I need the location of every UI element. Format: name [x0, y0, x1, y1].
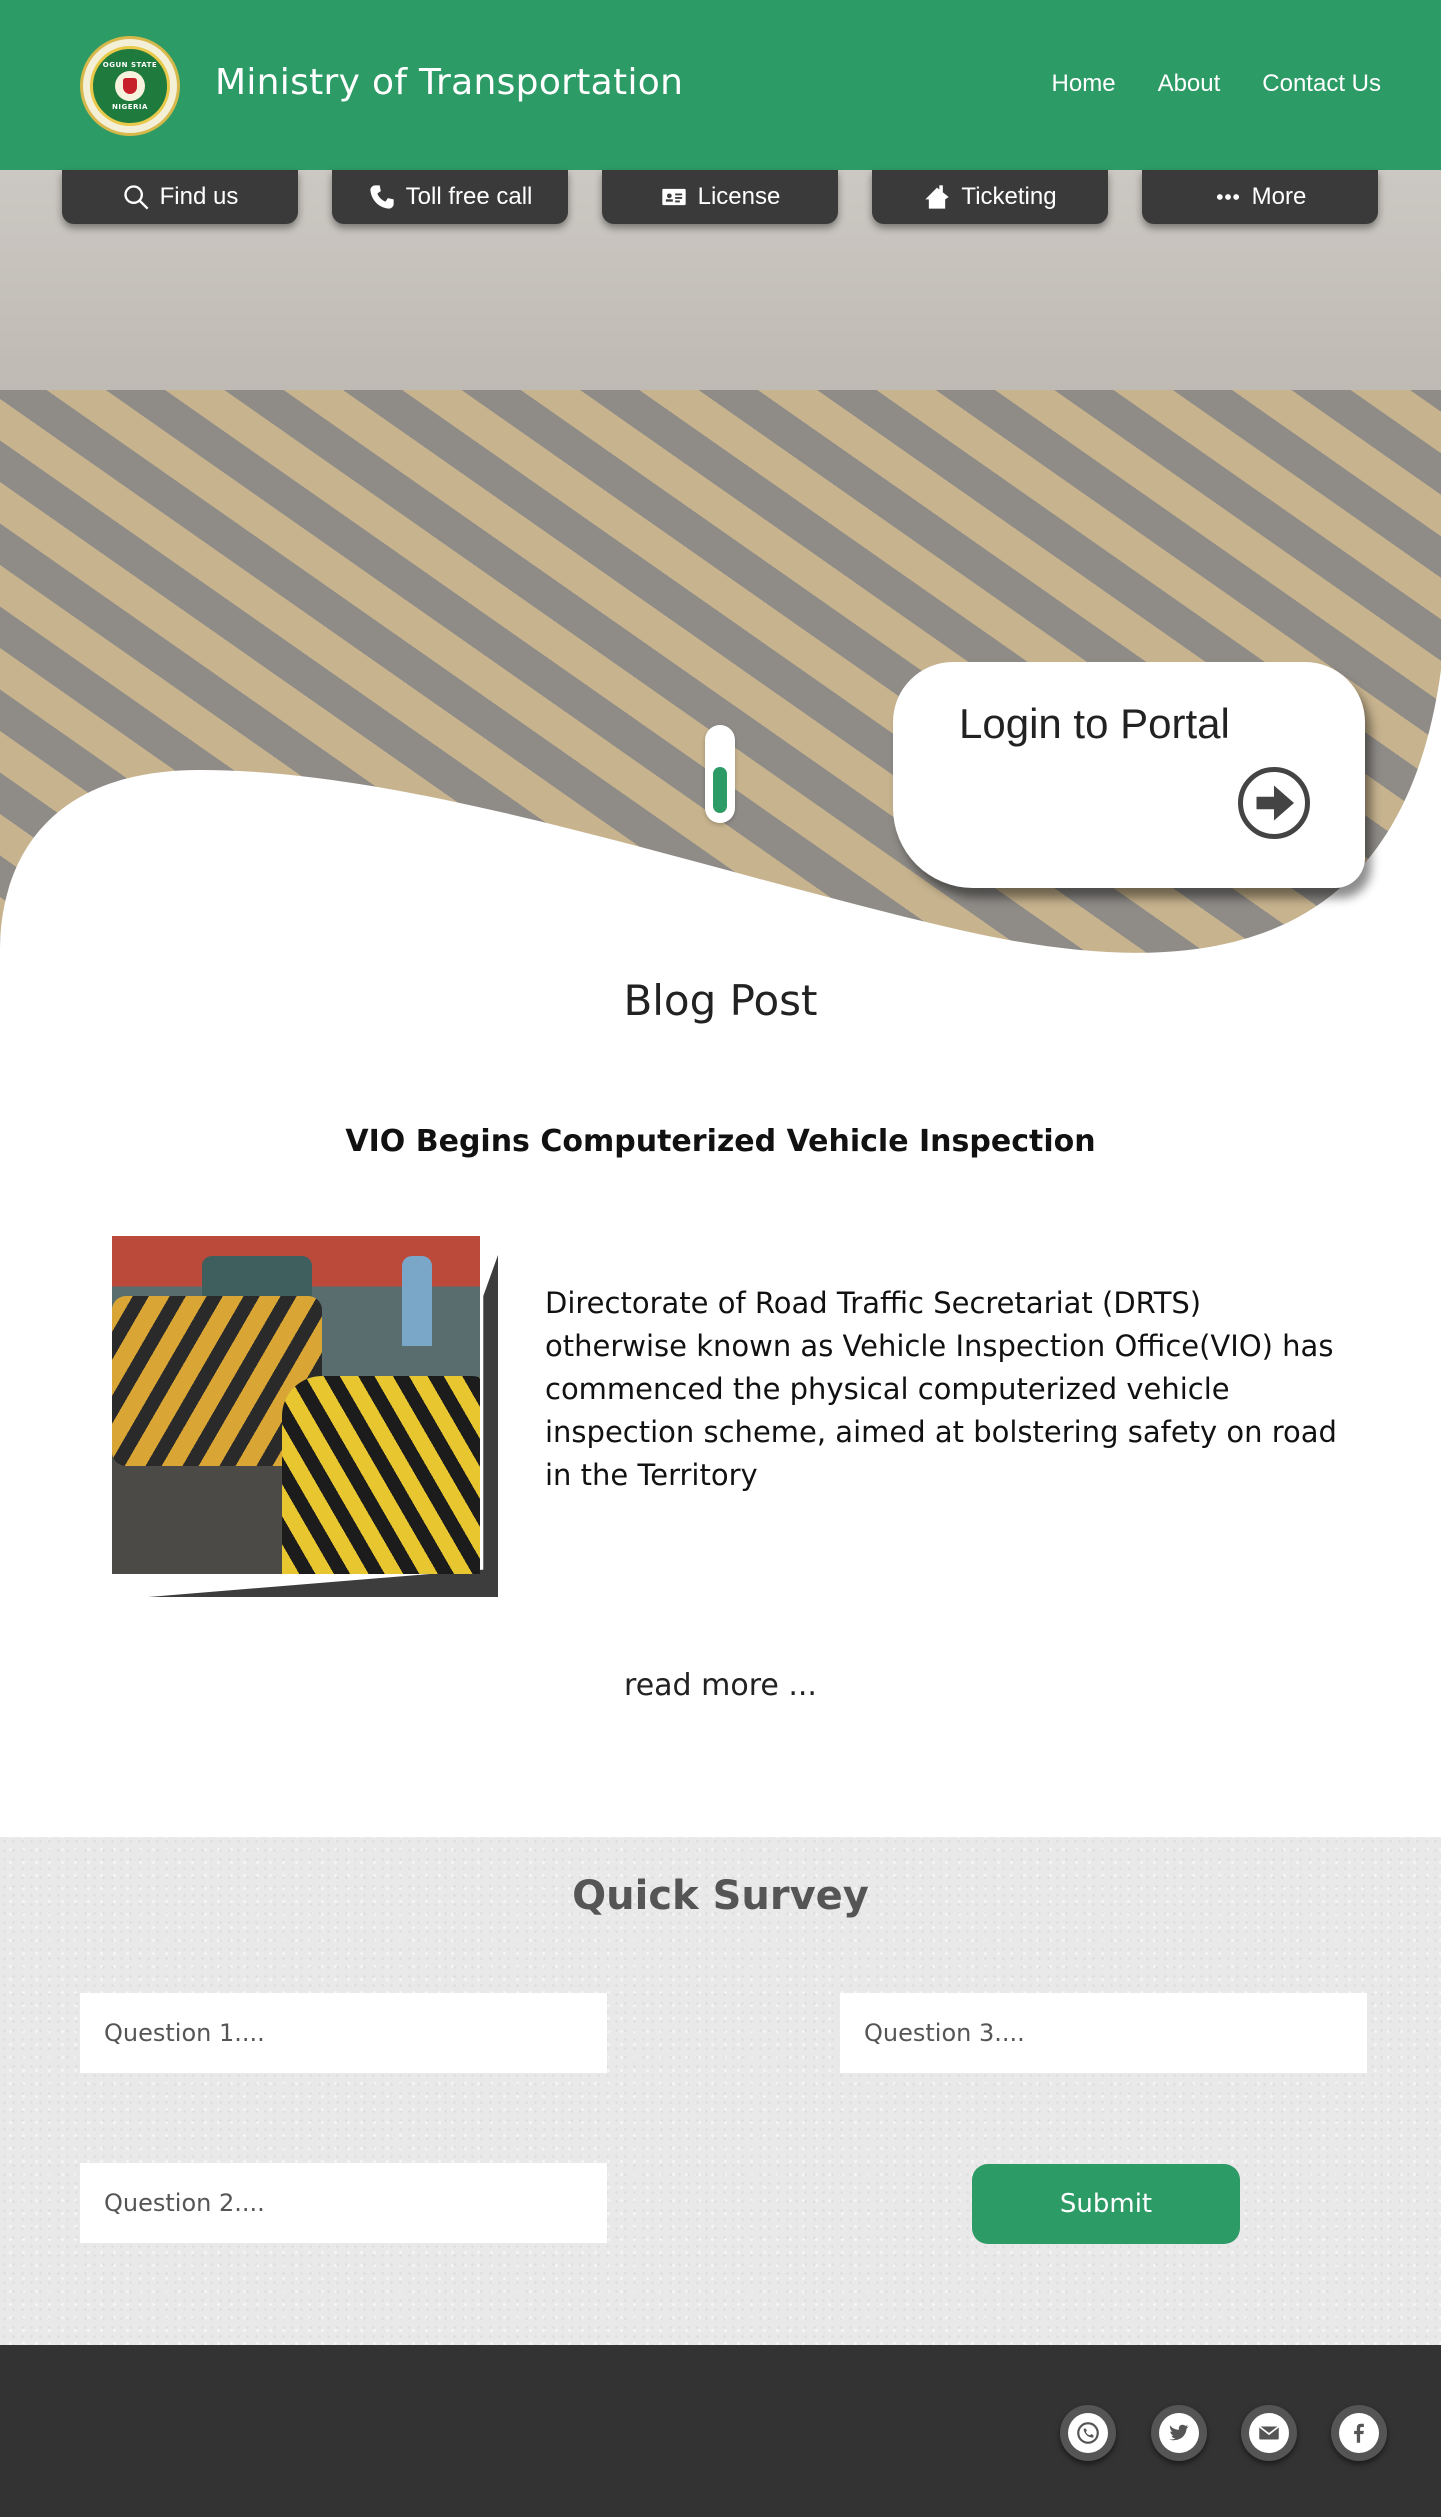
- ogun-state-logo[interactable]: OGUN STATE NIGERIA: [80, 36, 180, 136]
- main-nav: Home About Contact Us: [1052, 70, 1381, 98]
- blog-section-title: Blog Post: [623, 976, 818, 1025]
- blog-post-title[interactable]: VIO Begins Computerized Vehicle Inspecti…: [0, 1124, 1441, 1159]
- seal-ring: OGUN STATE NIGERIA: [90, 46, 170, 126]
- whatsapp-icon: [1068, 2413, 1108, 2453]
- question-1-input[interactable]: [80, 1993, 607, 2073]
- find-us-button[interactable]: Find us: [62, 170, 298, 224]
- nav-contact-us[interactable]: Contact Us: [1262, 70, 1381, 98]
- blog-post-excerpt: Directorate of Road Traffic Secretariat …: [545, 1286, 1337, 1492]
- more-dots-icon: [1216, 194, 1239, 200]
- question-3-input[interactable]: [840, 1993, 1367, 2073]
- more-button[interactable]: More: [1142, 170, 1378, 224]
- id-card-icon: [661, 188, 686, 206]
- ticketing-label: Ticketing: [961, 183, 1057, 210]
- seal-text-bottom: NIGERIA: [112, 103, 148, 111]
- seal-emblem: [115, 71, 145, 101]
- site-title: Ministry of Transportation: [215, 62, 684, 103]
- read-more-link[interactable]: read more ...: [0, 1668, 1441, 1703]
- nav-about[interactable]: About: [1158, 70, 1221, 98]
- login-to-portal-card[interactable]: Login to Portal: [893, 662, 1365, 888]
- twitter-link[interactable]: [1151, 2405, 1207, 2461]
- quick-links-bar: Find us Toll free call License Ticketing…: [0, 170, 1441, 226]
- more-label: More: [1251, 183, 1307, 210]
- license-label: License: [697, 183, 781, 210]
- toll-free-call-label: Toll free call: [405, 183, 533, 210]
- seal-text-top: OGUN STATE: [102, 61, 158, 69]
- survey-title: Quick Survey: [572, 1873, 869, 1919]
- image-person: [402, 1256, 432, 1346]
- find-us-label: Find us: [159, 183, 239, 210]
- quick-survey-section: Quick Survey Submit: [0, 1837, 1441, 2345]
- email-link[interactable]: [1241, 2405, 1297, 2461]
- site-footer: [0, 2345, 1441, 2517]
- twitter-icon: [1159, 2413, 1199, 2453]
- blog-post-image[interactable]: [112, 1236, 480, 1574]
- facebook-icon: [1339, 2413, 1379, 2453]
- license-button[interactable]: License: [602, 170, 838, 224]
- search-icon: [123, 185, 149, 210]
- site-header: OGUN STATE NIGERIA Ministry of Transport…: [0, 0, 1441, 170]
- phone-icon: [369, 185, 394, 209]
- arrow-right-circle-icon[interactable]: [1238, 767, 1310, 839]
- login-title: Login to Portal: [959, 700, 1230, 747]
- submit-button[interactable]: Submit: [972, 2164, 1240, 2244]
- question-2-input[interactable]: [80, 2163, 607, 2243]
- arrow-right-icon: [1256, 785, 1294, 821]
- scroll-indicator[interactable]: [705, 725, 735, 823]
- toll-free-call-button[interactable]: Toll free call: [332, 170, 568, 224]
- ticketing-button[interactable]: Ticketing: [872, 170, 1108, 224]
- whatsapp-link[interactable]: [1060, 2405, 1116, 2461]
- facebook-link[interactable]: [1331, 2405, 1387, 2461]
- nav-home[interactable]: Home: [1052, 70, 1116, 98]
- email-icon: [1249, 2413, 1289, 2453]
- ticket-icon: [925, 185, 950, 209]
- image-striped-car: [282, 1376, 480, 1574]
